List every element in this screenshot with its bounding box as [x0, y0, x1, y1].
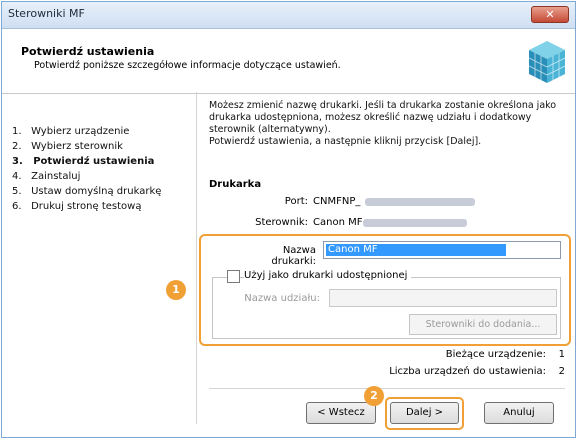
- page-subtitle: Potwierdź poniższe szczegółowe informacj…: [34, 60, 341, 71]
- extra-drivers-button[interactable]: Sterowniki do dodania...: [409, 314, 557, 335]
- page-header: Potwierdź ustawienia Potwierdź poniższe …: [2, 29, 575, 94]
- driver-value: Canon MF: [313, 217, 363, 228]
- printer-name-value: Canon MF: [328, 244, 378, 255]
- total-devices-value: 2: [558, 366, 565, 377]
- total-devices-label: Liczba urządzeń do ustawienia:: [389, 366, 546, 377]
- printer-name-label: Nazwa drukarki:: [271, 245, 316, 267]
- port-label: Port:: [284, 196, 308, 207]
- driver-label: Sterownik:: [255, 217, 308, 228]
- window-title: Sterowniki MF: [8, 7, 85, 20]
- installer-cube-icon: [528, 41, 566, 83]
- instructions-text: Możesz zmienić nazwę drukarki. Jeśli ta …: [209, 100, 557, 147]
- share-name-label: Nazwa udziału:: [244, 293, 320, 304]
- cancel-button[interactable]: Anuluj: [484, 402, 554, 424]
- step-5: 5. Ustaw domyślną drukarkę: [12, 186, 162, 197]
- port-value-redacted: [365, 198, 475, 206]
- next-button[interactable]: Dalej >: [390, 402, 459, 424]
- share-name-input[interactable]: [329, 289, 557, 307]
- callout-badge-2: 2: [364, 386, 384, 406]
- step-1: 1. Wybierz urządzenie: [12, 126, 130, 137]
- sidebar-divider: [196, 92, 197, 424]
- step-6: 6. Drukuj stronę testową: [12, 201, 142, 212]
- callout-badge-1: 1: [166, 280, 186, 300]
- section-title: Drukarka: [209, 179, 262, 190]
- footer-divider: [209, 388, 565, 389]
- title-bar: Sterowniki MF ✕: [2, 2, 575, 29]
- driver-value-redacted: [363, 219, 467, 227]
- close-button[interactable]: ✕: [531, 6, 569, 23]
- step-2: 2. Wybierz sterownik: [12, 141, 123, 152]
- printer-name-input[interactable]: Canon MF: [323, 241, 561, 259]
- page-title: Potwierdź ustawienia: [21, 45, 155, 58]
- steps-sidebar: 1. Wybierz urządzenie 2. Wybierz sterown…: [0, 92, 197, 432]
- share-checkbox[interactable]: [227, 270, 240, 283]
- share-checkbox-label[interactable]: Użyj jako drukarki udostępnionej: [244, 270, 412, 281]
- back-button[interactable]: < Wstecz: [306, 402, 376, 424]
- current-device-value: 1: [558, 349, 565, 360]
- step-3: 3. Potwierdź ustawienia: [12, 156, 155, 167]
- port-value: CNMFNP_: [313, 196, 361, 207]
- step-4: 4. Zainstaluj: [12, 171, 81, 182]
- current-device-label: Bieżące urządzenie:: [445, 349, 546, 360]
